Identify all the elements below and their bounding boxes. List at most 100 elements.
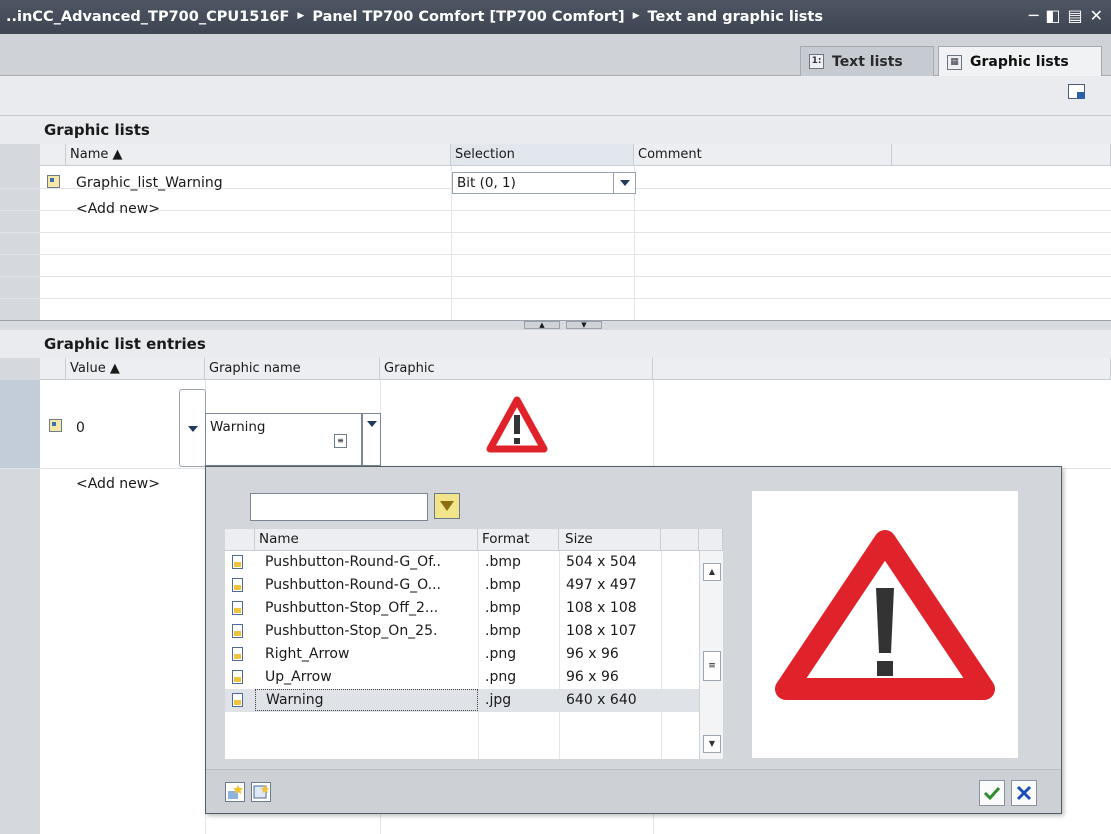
column-header-name[interactable]: Name [255, 529, 478, 551]
maximize-icon[interactable]: ▤ [1067, 6, 1082, 25]
tab-graphic-lists[interactable]: ▦ Graphic lists [938, 46, 1102, 77]
item-size: 108 x 108 [566, 600, 637, 616]
add-graphic-from-file-icon[interactable] [251, 782, 271, 802]
editor-tab-bar: 1: Text lists ▦ Graphic lists [0, 34, 1111, 77]
item-name: Up_Arrow [265, 669, 332, 685]
graphic-name-field[interactable]: Warning ≡ [205, 413, 362, 466]
value-dropdown[interactable] [179, 389, 206, 467]
column-header-name[interactable]: Name ▲ [66, 144, 451, 166]
list-item[interactable]: Right_Arrow .png 96 x 96 [225, 643, 699, 666]
tab-label: Graphic lists [970, 54, 1069, 70]
add-new-graphic-list[interactable]: <Add new> [76, 201, 160, 217]
row-selector[interactable] [0, 380, 40, 468]
collapse-up-icon[interactable]: ▲ [524, 321, 560, 329]
entry-value[interactable]: 0 [76, 420, 85, 436]
scroll-thumb[interactable]: ≡ [703, 651, 721, 681]
tab-text-lists[interactable]: 1: Text lists [800, 46, 934, 76]
item-name: Pushbutton-Stop_Off_2... [265, 600, 439, 616]
add-new-entry[interactable]: <Add new> [76, 476, 160, 492]
add-graphic-icon[interactable] [225, 782, 245, 802]
column-header-empty [661, 529, 699, 551]
breadcrumb-project[interactable]: ..inCC_Advanced_TP700_CPU1516F [6, 9, 289, 25]
column-header-icon [225, 529, 255, 551]
item-format: .bmp [485, 623, 521, 639]
filter-icon[interactable] [434, 493, 460, 519]
chevron-down-icon [367, 421, 377, 427]
column-header-spacer [699, 529, 723, 551]
show-hide-columns-icon[interactable] [1068, 84, 1085, 99]
item-name: Right_Arrow [265, 646, 350, 662]
text-list-icon: 1: [809, 54, 824, 69]
cancel-button[interactable] [1011, 780, 1037, 806]
warning-graphic-thumbnail [476, 387, 558, 467]
list-item[interactable]: Pushbutton-Stop_On_25. .bmp 108 x 107 [225, 620, 699, 643]
item-size: 96 x 96 [566, 646, 619, 662]
item-name: Pushbutton-Round-G_O... [265, 577, 441, 593]
item-size: 497 x 497 [566, 577, 637, 593]
item-name: Pushbutton-Round-G_Of.. [265, 554, 442, 570]
list-item[interactable]: Up_Arrow .png 96 x 96 [225, 666, 699, 689]
window-controls: ─ ◧ ▤ ✕ [1029, 6, 1103, 25]
graphic-list-icon [47, 175, 60, 188]
item-size: 504 x 504 [566, 554, 637, 570]
filter-input[interactable] [250, 493, 428, 521]
graphic-list-table: Name Format Size Pushbutton-Round-G_Of..… [225, 529, 723, 759]
close-icon[interactable]: ✕ [1090, 6, 1103, 25]
popup-footer [206, 769, 1061, 813]
column-header-comment[interactable]: Comment [634, 144, 892, 166]
list-item[interactable]: Pushbutton-Stop_Off_2... .bmp 108 x 108 [225, 597, 699, 620]
collapse-down-icon[interactable]: ▼ [566, 321, 602, 329]
scroll-up-icon[interactable]: ▲ [703, 563, 721, 581]
graphic-name-dropdown-button[interactable] [362, 413, 381, 466]
selection-dropdown[interactable]: Bit (0, 1) [452, 172, 636, 194]
breadcrumb-separator-icon: ▶ [632, 11, 640, 21]
column-header-size[interactable]: Size [559, 529, 661, 551]
item-format: .png [485, 646, 517, 662]
column-header-icon [40, 358, 66, 380]
graphic-list-entries-heading: Graphic list entries [0, 330, 1111, 358]
pane-splitter[interactable]: ▲ ▼ [0, 320, 1111, 330]
graphic-preview [752, 491, 1018, 758]
scroll-down-icon[interactable]: ▼ [703, 735, 721, 753]
list-item[interactable]: Pushbutton-Round-G_Of.. .bmp 504 x 504 [225, 551, 699, 574]
graphic-list-name[interactable]: Graphic_list_Warning [76, 175, 223, 191]
breadcrumb-editor[interactable]: Text and graphic lists [648, 9, 823, 25]
item-size: 108 x 107 [566, 623, 637, 639]
graphic-lists-table: Name ▲ Selection Comment Graphic_list_Wa… [0, 144, 1111, 320]
list-item[interactable]: Pushbutton-Round-G_O... .bmp 497 x 497 [225, 574, 699, 597]
item-format: .bmp [485, 600, 521, 616]
item-name: Warning [255, 689, 478, 711]
column-header-format[interactable]: Format [478, 529, 559, 551]
tab-label: Text lists [832, 53, 903, 70]
list-view-icon[interactable]: ≡ [334, 434, 347, 448]
image-file-icon [232, 693, 243, 707]
column-header-graphic[interactable]: Graphic [380, 358, 653, 380]
minimize-icon[interactable]: ─ [1029, 6, 1039, 25]
vertical-scrollbar[interactable]: ▲ ≡ ▼ [699, 551, 723, 759]
editor-toolbar [0, 76, 1111, 116]
graphic-selection-popup: Name Format Size Pushbutton-Round-G_Of..… [205, 466, 1062, 814]
breadcrumb-separator-icon: ▶ [297, 11, 305, 21]
item-format: .jpg [485, 692, 512, 708]
confirm-button[interactable] [979, 780, 1005, 806]
list-item-selected[interactable]: Warning .jpg 640 x 640 [225, 689, 699, 712]
column-header-graphic-name[interactable]: Graphic name [205, 358, 380, 380]
chevron-down-icon[interactable] [188, 426, 198, 432]
item-name: Pushbutton-Stop_On_25. [265, 623, 438, 639]
breadcrumb-device[interactable]: Panel TP700 Comfort [TP700 Comfort] [312, 9, 624, 25]
column-header-selection[interactable]: Selection [451, 144, 634, 166]
item-format: .png [485, 669, 517, 685]
image-file-icon [232, 578, 243, 592]
chevron-down-icon[interactable] [613, 173, 635, 193]
column-header-empty [892, 144, 1111, 166]
graphic-entry-icon [49, 419, 62, 432]
image-file-icon [232, 555, 243, 569]
graphic-name-value: Warning [210, 419, 266, 435]
float-window-icon[interactable]: ◧ [1045, 6, 1060, 25]
column-header-value[interactable]: Value ▲ [66, 358, 205, 380]
selection-value: Bit (0, 1) [457, 175, 516, 191]
image-file-icon [232, 601, 243, 615]
item-size: 96 x 96 [566, 669, 619, 685]
window-title-bar: ..inCC_Advanced_TP700_CPU1516F ▶ Panel T… [0, 0, 1111, 34]
image-file-icon [232, 647, 243, 661]
